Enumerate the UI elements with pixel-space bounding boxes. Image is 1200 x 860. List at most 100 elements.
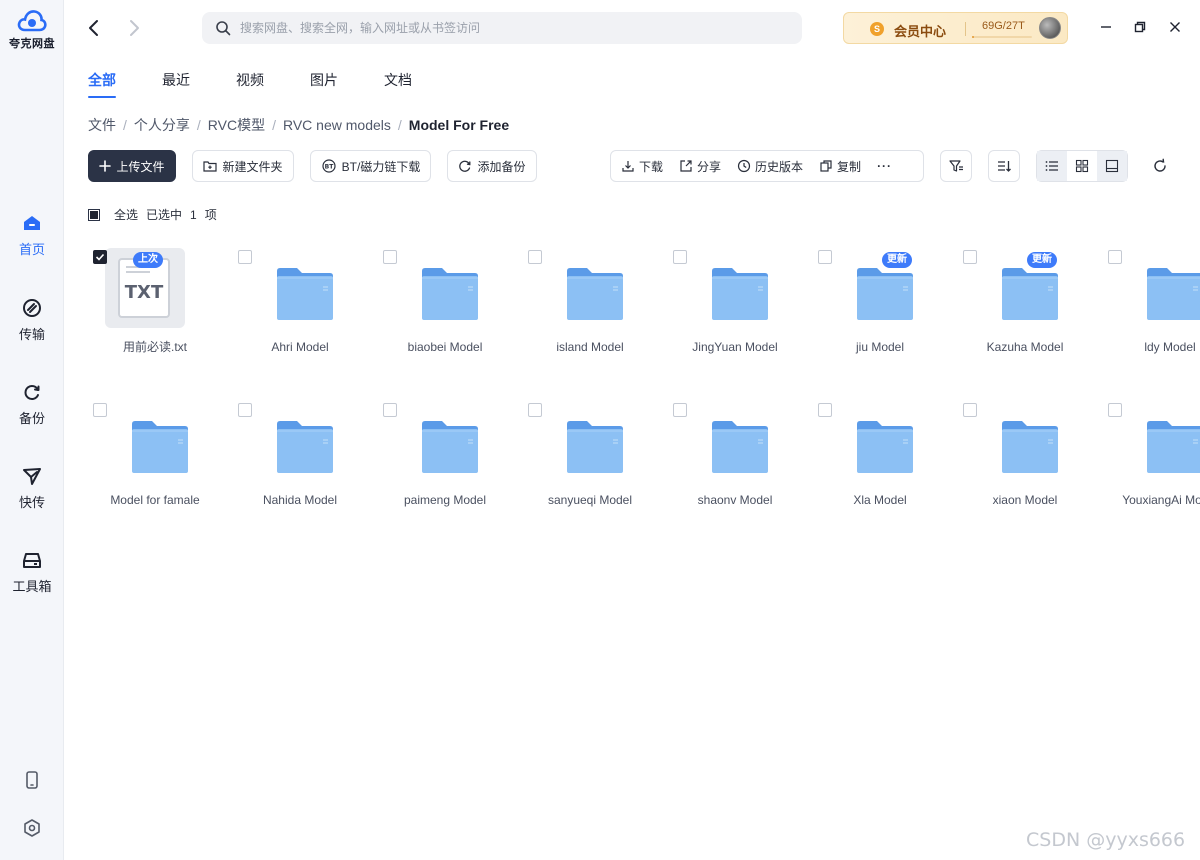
file-checkbox[interactable] xyxy=(818,250,832,264)
sort-button[interactable] xyxy=(988,150,1020,182)
sidebar-item-quick-send[interactable]: 快传 xyxy=(0,466,64,511)
refresh-button[interactable] xyxy=(1144,150,1176,182)
folder-item[interactable]: Xla Model xyxy=(810,400,950,540)
file-item[interactable]: TXT 上次 用前必读.txt xyxy=(85,247,225,387)
folder-item[interactable]: xiaon Model xyxy=(955,400,1095,540)
avatar[interactable] xyxy=(1039,17,1061,39)
file-name: Xla Model xyxy=(853,493,907,507)
large-view-button[interactable] xyxy=(1097,151,1127,181)
folder-icon xyxy=(422,268,478,320)
tab-recent[interactable]: 最近 xyxy=(162,70,190,98)
sidebar-item-transfer[interactable]: 传输 xyxy=(0,298,64,343)
breadcrumb-item[interactable]: RVC模型 xyxy=(208,117,265,133)
file-checkbox[interactable] xyxy=(238,403,252,417)
copy-button[interactable]: 复制 xyxy=(811,158,869,175)
file-checkbox[interactable] xyxy=(238,250,252,264)
vip-coin-icon: S xyxy=(870,22,884,36)
vip-center-button[interactable]: S 会员中心 69G/27T xyxy=(843,12,1068,44)
breadcrumb-item[interactable]: 个人分享 xyxy=(134,117,190,133)
download-button[interactable]: 下载 xyxy=(611,158,671,175)
breadcrumb-item[interactable]: 文件 xyxy=(88,117,116,133)
phone-button[interactable] xyxy=(0,770,64,790)
history-button[interactable]: 历史版本 xyxy=(729,158,811,175)
breadcrumb: 文件 / 个人分享 / RVC模型 / RVC new models / Model For F… xyxy=(88,115,509,135)
file-checkbox[interactable] xyxy=(528,250,542,264)
refresh-icon xyxy=(1154,158,1166,172)
select-all-checkbox[interactable] xyxy=(88,208,100,221)
folder-item[interactable]: JingYuan Model xyxy=(665,247,805,387)
file-checkbox[interactable] xyxy=(93,250,107,264)
sidebar-item-toolbox[interactable]: 工具箱 xyxy=(0,550,64,595)
view-mode-group xyxy=(1036,150,1128,182)
tab-all[interactable]: 全部 xyxy=(88,70,116,98)
add-backup-button-label: 添加备份 xyxy=(477,159,526,174)
tab-image[interactable]: 图片 xyxy=(310,70,338,98)
file-checkbox[interactable] xyxy=(528,403,542,417)
file-checkbox[interactable] xyxy=(383,403,397,417)
tab-document[interactable]: 文档 xyxy=(384,70,412,98)
file-name: biaobei Model xyxy=(407,340,483,354)
settings-button[interactable] xyxy=(0,818,64,838)
file-checkbox[interactable] xyxy=(1108,250,1122,264)
file-checkbox[interactable] xyxy=(818,403,832,417)
grid-view-button[interactable] xyxy=(1067,151,1097,181)
maximize-button[interactable] xyxy=(1129,16,1151,38)
folder-thumbnail xyxy=(273,410,337,474)
folder-icon xyxy=(1147,268,1200,320)
share-button[interactable]: 分享 xyxy=(671,158,729,175)
folder-item[interactable]: biaobei Model xyxy=(375,247,515,387)
breadcrumb-item[interactable]: RVC new models xyxy=(283,117,391,133)
select-all-label[interactable]: 全选 xyxy=(114,206,138,223)
list-view-button[interactable] xyxy=(1037,151,1067,181)
upload-button-label: 上传文件 xyxy=(116,159,165,174)
folder-item[interactable]: YouxiangAi Model xyxy=(1100,400,1200,540)
watermark: CSDN @yyxs666 xyxy=(1026,829,1186,851)
more-button[interactable]: ··· xyxy=(869,159,900,173)
file-name: island Model xyxy=(556,340,624,354)
folder-item[interactable]: shaonv Model xyxy=(665,400,805,540)
selection-bar: 全选 已选中 1 项 xyxy=(88,206,217,223)
folder-item[interactable]: Ahri Model xyxy=(230,247,370,387)
minimize-button[interactable] xyxy=(1095,16,1117,38)
file-checkbox[interactable] xyxy=(963,250,977,264)
folder-thumbnail xyxy=(1143,257,1200,321)
folder-item[interactable]: sanyueqi Model xyxy=(520,400,660,540)
status-badge: 更新 xyxy=(882,252,912,268)
bt-download-button[interactable]: BT BT/磁力链下载 xyxy=(310,150,431,182)
file-checkbox[interactable] xyxy=(383,250,397,264)
file-checkbox[interactable] xyxy=(93,403,107,417)
status-badge: 更新 xyxy=(1027,252,1057,268)
add-backup-button[interactable]: 添加备份 xyxy=(447,150,537,182)
folder-item[interactable]: island Model xyxy=(520,247,660,387)
file-name: Kazuha Model xyxy=(986,340,1064,354)
upload-button[interactable]: 上传文件 xyxy=(88,150,176,182)
share-button-label: 分享 xyxy=(697,159,722,174)
sidebar-item-home[interactable]: 首页 xyxy=(0,213,64,258)
file-checkbox[interactable] xyxy=(673,403,687,417)
file-checkbox[interactable] xyxy=(963,403,977,417)
tab-video[interactable]: 视频 xyxy=(236,70,264,98)
back-button[interactable] xyxy=(83,17,105,39)
folder-item[interactable]: Nahida Model xyxy=(230,400,370,540)
quick-send-icon xyxy=(23,468,41,485)
folder-icon xyxy=(277,421,333,473)
folder-item[interactable]: 更新 Kazuha Model xyxy=(955,247,1095,387)
close-button[interactable] xyxy=(1164,16,1186,38)
search-input[interactable] xyxy=(240,12,780,44)
close-icon xyxy=(1170,22,1180,32)
folder-item[interactable]: 更新 jiu Model xyxy=(810,247,950,387)
folder-item[interactable]: ldy Model xyxy=(1100,247,1200,387)
file-checkbox[interactable] xyxy=(1108,403,1122,417)
new-folder-button[interactable]: 新建文件夹 xyxy=(192,150,294,182)
sidebar: 夸克网盘 首页 传输 备份 快传 工具箱 xyxy=(0,0,64,860)
file-checkbox[interactable] xyxy=(673,250,687,264)
sidebar-item-backup[interactable]: 备份 xyxy=(0,382,64,427)
folder-item[interactable]: Model for famale xyxy=(85,400,225,540)
folder-item[interactable]: paimeng Model xyxy=(375,400,515,540)
sidebar-item-transfer-label: 传输 xyxy=(18,327,45,342)
txt-label: TXT xyxy=(124,282,164,303)
app-logo[interactable]: 夸克网盘 xyxy=(0,8,64,51)
filter-button[interactable] xyxy=(940,150,972,182)
download-icon xyxy=(622,161,634,172)
forward-button[interactable] xyxy=(123,17,145,39)
